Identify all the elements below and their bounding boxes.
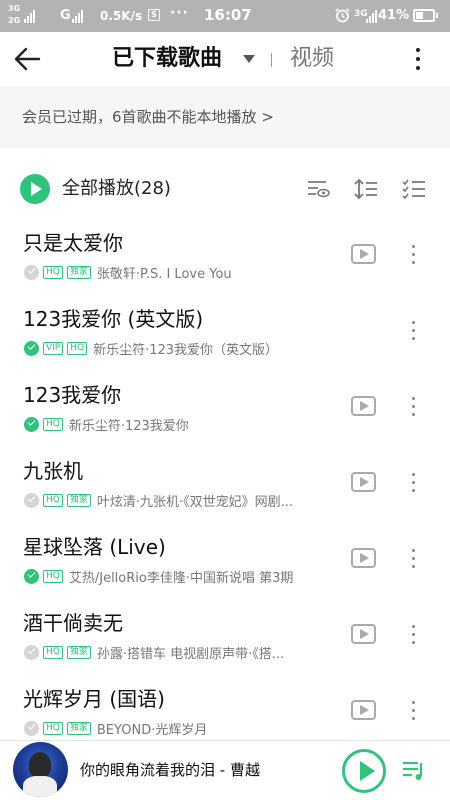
more-menu-button[interactable] [404,44,432,74]
battery-level: 41% [378,8,410,23]
status-bar: 3G 2G G 0.5K/s S ··· 16:07 3G 41% [0,0,450,32]
mv-play-icon[interactable] [351,472,376,492]
song-artist: 张敬轩·P.S. I Love You [96,266,232,282]
song-more-button[interactable] [404,696,422,724]
play-all-icon[interactable] [20,174,50,204]
song-more-button[interactable] [404,392,422,420]
playlist-queue-icon[interactable] [400,756,428,784]
exclusive-badge: 独家 [66,493,91,507]
song-title: 九张机 [23,459,83,483]
title-bar: 已下载歌曲 视频 [0,32,450,86]
song-artist: 新乐尘符·123我爱你（英文版） [93,342,279,358]
net-speed: 0.5K/s [100,9,143,23]
song-meta: HQ 独家 叶炫清·九张机·《双世宠妃》网剧... [24,491,294,510]
song-more-button[interactable] [404,468,422,496]
song-row[interactable]: 九张机 HQ 独家 叶炫清·九张机·《双世宠妃》网剧... [0,448,450,524]
title-divider [271,53,272,67]
hq-badge: HQ [43,265,63,279]
song-title: 酒干倘卖无 [23,611,123,635]
song-meta: HQ 独家 孙露·搭错车 电视剧原声带·《搭... [24,643,285,662]
battery-icon [413,9,438,22]
song-more-button[interactable] [404,544,422,572]
exclusive-badge: 独家 [66,645,91,659]
mv-play-icon[interactable] [351,548,376,568]
network-type-3: G [60,8,71,23]
song-title: 星球坠落 (Live) [23,535,166,559]
song-title: 123我爱你 [23,383,122,407]
song-row[interactable]: 只是太爱你 HQ 独家 张敬轩·P.S. I Love You [0,220,450,296]
exclusive-badge: 独家 [66,721,91,735]
download-status-icon [24,644,39,660]
song-meta: HQ 独家 BEYOND·光辉岁月 [24,719,208,738]
song-artist: BEYOND·光辉岁月 [96,722,208,738]
mv-play-icon[interactable] [351,396,376,416]
hq-badge: HQ [43,721,63,735]
player-play-button[interactable] [342,749,386,793]
back-button[interactable] [12,44,44,74]
mv-play-icon[interactable] [351,700,376,720]
song-meta: VIP HQ 新乐尘符·123我爱你（英文版） [24,339,279,358]
album-cover[interactable] [13,742,68,797]
song-row[interactable]: 酒干倘卖无 HQ 独家 孙露·搭错车 电视剧原声带·《搭... [0,600,450,676]
download-status-icon [24,492,39,508]
song-row[interactable]: 123我爱你 (英文版) VIP HQ 新乐尘符·123我爱你（英文版） [0,296,450,372]
hq-badge: HQ [43,569,63,583]
hq-badge: HQ [43,645,63,659]
downloaded-check-icon [24,340,39,356]
filter-view-icon[interactable] [306,178,330,200]
song-title: 光辉岁月 (国语) [23,687,165,711]
mv-play-icon[interactable] [351,244,376,264]
tab-video[interactable]: 视频 [290,44,334,74]
more-notifications: ··· [170,5,189,21]
song-title: 123我爱你 (英文版) [23,307,204,331]
clock: 16:07 [204,6,252,24]
network-type-2: 2G [8,16,21,25]
play-all-row: 全部播放(28) [0,160,450,216]
back-arrow-icon [14,47,41,71]
song-meta: HQ 艾热/JelloRio李佳隆·中国新说唱 第3期 [24,567,294,586]
exclusive-badge: 独家 [66,265,91,279]
download-status-icon [24,720,39,736]
membership-notice[interactable]: 会员已过期，6首歌曲不能本地播放 > [0,86,450,148]
song-title: 只是太爱你 [23,231,123,255]
download-status-icon [24,264,39,280]
downloaded-check-icon [24,568,39,584]
song-more-button[interactable] [404,620,422,648]
song-row[interactable]: 星球坠落 (Live) HQ 艾热/JelloRio李佳隆·中国新说唱 第3期 [0,524,450,600]
song-row[interactable]: 123我爱你 HQ 新乐尘符·123我爱你 [0,372,450,448]
song-artist: 艾热/JelloRio李佳隆·中国新说唱 第3期 [68,570,294,586]
vip-badge: VIP [43,341,64,355]
signal-icon-3 [366,9,377,23]
song-meta: HQ 独家 张敬轩·P.S. I Love You [24,263,232,282]
alarm-icon [335,8,350,23]
song-artist: 新乐尘符·123我爱你 [68,418,189,434]
membership-notice-text: 会员已过期，6首歌曲不能本地播放 > [22,108,274,126]
song-more-button[interactable] [404,240,422,268]
mini-player[interactable]: 你的眼角流着我的泪 - 曹越 [0,740,450,800]
song-artist: 孙露·搭错车 电视剧原声带·《搭... [96,646,285,662]
mv-play-icon[interactable] [351,624,376,644]
title-dropdown-icon[interactable] [243,55,255,63]
now-playing-title[interactable]: 你的眼角流着我的泪 - 曹越 [80,759,260,781]
song-meta: HQ 新乐尘符·123我爱你 [24,415,189,434]
hq-badge: HQ [43,493,63,507]
network-type: 3G 2G [8,3,20,27]
multi-select-icon[interactable] [402,178,426,200]
signal-icon-2 [72,9,83,23]
song-artist: 叶炫清·九张机·《双世宠妃》网剧... [96,494,294,510]
downloaded-check-icon [24,416,39,432]
page-title[interactable]: 已下载歌曲 [112,44,222,74]
play-all-button[interactable]: 全部播放(28) [62,175,171,203]
signal-icon [24,9,35,23]
notification-icon: S [148,9,160,21]
sort-icon[interactable] [354,178,378,200]
network-type-1: 3G [8,4,21,13]
hq-badge: HQ [43,417,63,431]
song-more-button[interactable] [404,316,422,344]
hq-badge: HQ [67,341,88,355]
